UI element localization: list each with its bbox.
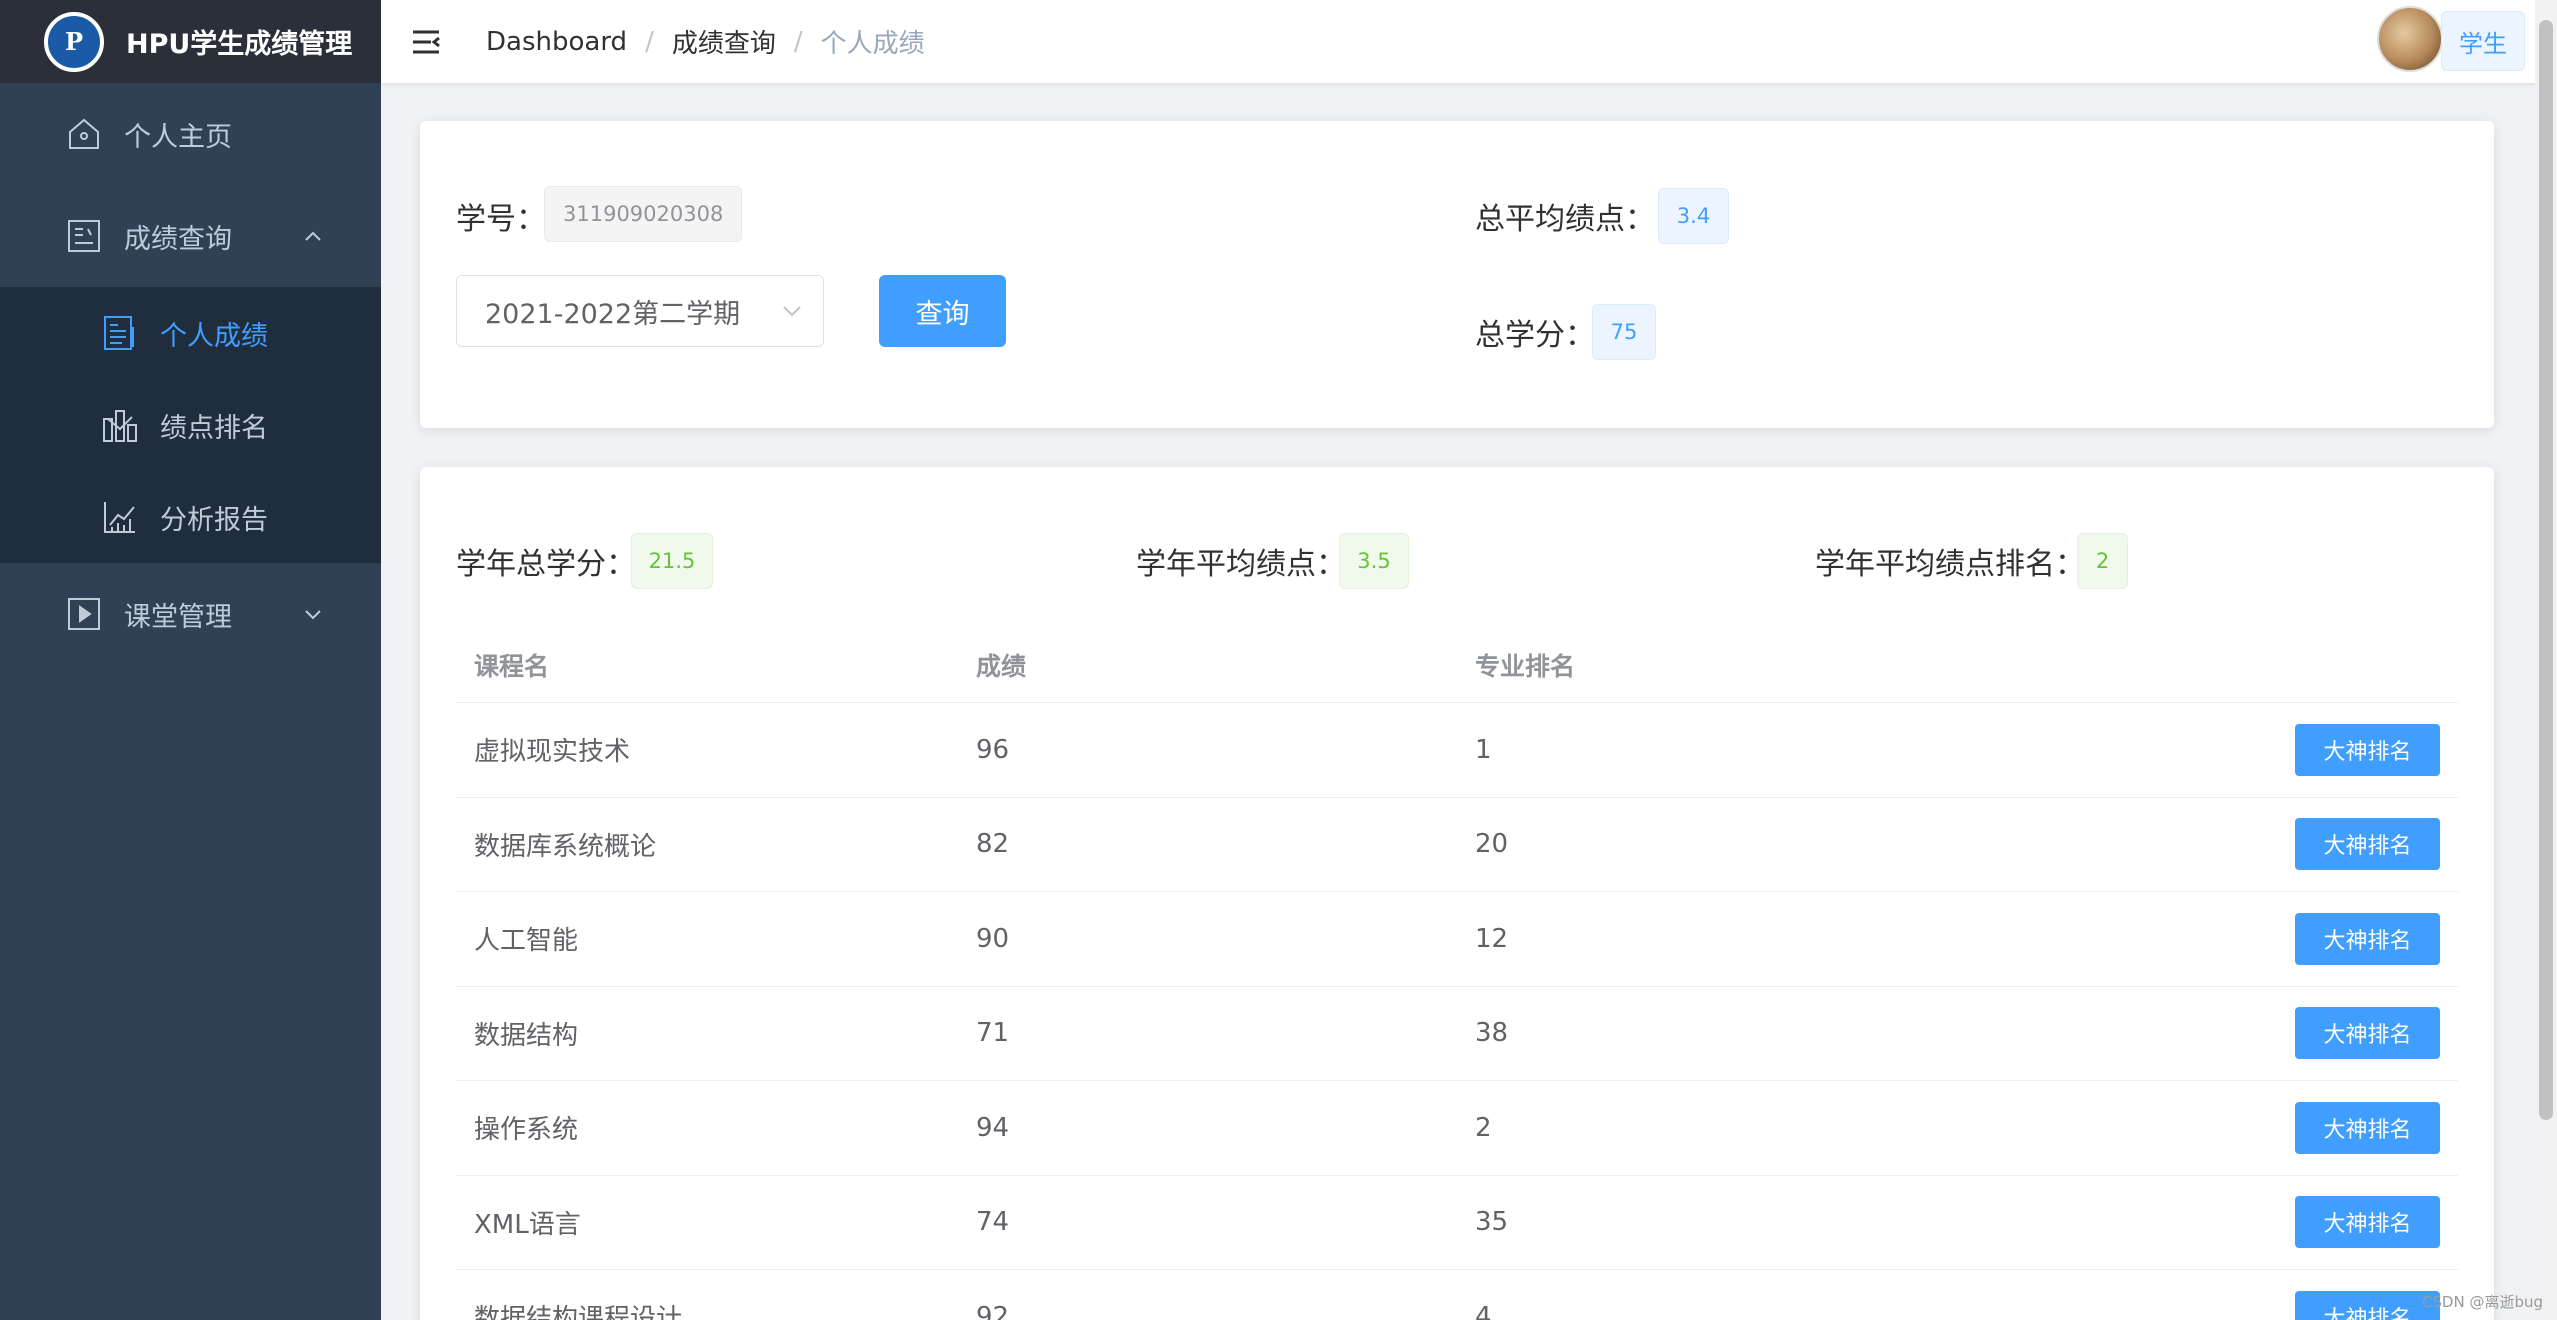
course-name: 虚拟现实技术 xyxy=(474,737,631,768)
query-card: 学号： 311909020308 2021-2022第二学期 查询 总平均绩点：… xyxy=(420,121,2494,428)
top-rank-button[interactable]: 大神排名 xyxy=(2295,1290,2440,1320)
course-score: 92 xyxy=(976,1301,1010,1320)
column-header-course: 课程名 xyxy=(474,652,550,681)
course-name: 数据结构 xyxy=(474,1020,579,1051)
document-icon xyxy=(68,220,100,252)
sidebar-item-personal-grades[interactable]: 个人成绩 xyxy=(0,287,381,379)
breadcrumb-item-dashboard[interactable]: Dashboard xyxy=(486,27,627,57)
course-name: 数据库系统概论 xyxy=(474,831,657,862)
breadcrumb: Dashboard / 成绩查询 / 个人成绩 xyxy=(486,23,925,60)
report-icon xyxy=(104,316,134,350)
chevron-up-icon xyxy=(305,231,321,241)
chart-icon xyxy=(104,502,135,533)
student-id-label: 学号： xyxy=(456,202,546,237)
sidebar-item-label: 个人主页 xyxy=(124,121,232,153)
course-rank: 35 xyxy=(1475,1207,1509,1238)
chevron-down-icon xyxy=(783,306,801,317)
breadcrumb-separator: / xyxy=(645,26,654,57)
course-rank: 4 xyxy=(1475,1301,1492,1320)
year-credits-label: 学年总学分： xyxy=(456,547,636,582)
table-row: 数据结构 71 38 大神排名 xyxy=(456,987,2458,1081)
role-badge[interactable]: 学生 xyxy=(2441,11,2525,71)
scrollbar-thumb[interactable] xyxy=(2539,20,2553,1120)
year-gpa-label: 学年平均绩点： xyxy=(1136,547,1346,582)
year-credits-value: 21.5 xyxy=(631,533,713,589)
gpa-value: 3.4 xyxy=(1658,188,1729,244)
table-row: XML语言 74 35 大神排名 xyxy=(456,1176,2458,1270)
sidebar: P HPU学生成绩管理 个人主页 成绩查询 个人成绩 绩点排名 分析报告 课堂管… xyxy=(0,0,381,1320)
course-score: 94 xyxy=(976,1112,1010,1143)
top-rank-button[interactable]: 大神排名 xyxy=(2295,1007,2440,1060)
course-name: 操作系统 xyxy=(474,1115,579,1146)
column-header-score: 成绩 xyxy=(976,652,1027,681)
top-navbar: Dashboard / 成绩查询 / 个人成绩 学生 xyxy=(381,0,2535,83)
semester-select-value: 2021-2022第二学期 xyxy=(485,298,741,330)
top-rank-button[interactable]: 大神排名 xyxy=(2295,1101,2440,1154)
course-name: 人工智能 xyxy=(474,926,579,957)
logo: P xyxy=(44,11,104,72)
app-title: HPU学生成绩管理 xyxy=(126,29,353,60)
course-rank: 38 xyxy=(1475,1018,1509,1049)
semester-select[interactable]: 2021-2022第二学期 xyxy=(456,275,824,347)
course-score: 96 xyxy=(976,734,1010,765)
credits-value: 75 xyxy=(1592,304,1656,360)
sidebar-item-analysis-report[interactable]: 分析报告 xyxy=(0,471,381,563)
breadcrumb-separator: / xyxy=(793,26,803,57)
sidebar-item-label: 成绩查询 xyxy=(124,223,232,255)
avatar[interactable] xyxy=(2377,6,2443,72)
submenu-grades: 个人成绩 绩点排名 分析报告 xyxy=(0,287,381,563)
top-rank-button[interactable]: 大神排名 xyxy=(2295,912,2440,965)
breadcrumb-item-current: 个人成绩 xyxy=(820,29,925,59)
year-rank-value: 2 xyxy=(2077,533,2128,589)
table-row: 人工智能 90 12 大神排名 xyxy=(456,892,2458,987)
sidebar-item-label: 个人成绩 xyxy=(160,320,268,352)
table-row: 数据结构课程设计 92 4 大神排名 xyxy=(456,1270,2458,1320)
year-gpa-value: 3.5 xyxy=(1339,533,1409,589)
breadcrumb-item-grades[interactable]: 成绩查询 xyxy=(672,23,776,60)
top-rank-button[interactable]: 大神排名 xyxy=(2295,723,2440,776)
logo-bar: P HPU学生成绩管理 xyxy=(0,0,381,83)
column-header-rank: 专业排名 xyxy=(1475,652,1576,681)
query-button[interactable]: 查询 xyxy=(879,275,1006,347)
sidebar-item-label: 绩点排名 xyxy=(160,412,268,444)
gpa-label: 总平均绩点： xyxy=(1475,202,1655,237)
play-icon xyxy=(68,598,100,630)
top-rank-button[interactable]: 大神排名 xyxy=(2295,818,2440,871)
course-rank: 2 xyxy=(1475,1112,1492,1143)
course-score: 71 xyxy=(976,1018,1010,1049)
page-scrollbar[interactable] xyxy=(2535,0,2557,1320)
top-rank-button[interactable]: 大神排名 xyxy=(2295,1196,2440,1249)
grades-table: 课程名 成绩 专业排名 虚拟现实技术 96 1 大神排名 数据库系统概论 82 … xyxy=(456,628,2458,1320)
chevron-down-icon xyxy=(305,610,321,620)
watermark: CSDN @离逝bug xyxy=(2421,1293,2543,1311)
home-icon xyxy=(69,118,99,149)
course-name: XML语言 xyxy=(474,1209,581,1240)
sidebar-item-grades[interactable]: 成绩查询 xyxy=(0,185,381,287)
sidebar-item-label: 课堂管理 xyxy=(124,601,232,633)
table-row: 虚拟现实技术 96 1 大神排名 xyxy=(456,703,2458,798)
course-rank: 1 xyxy=(1475,734,1492,765)
course-name: 数据结构课程设计 xyxy=(474,1304,683,1320)
course-rank: 12 xyxy=(1475,923,1509,954)
sidebar-item-label: 分析报告 xyxy=(160,504,268,536)
course-score: 74 xyxy=(976,1207,1010,1238)
year-rank-label: 学年平均绩点排名： xyxy=(1815,547,2085,582)
table-row: 数据库系统概论 82 20 大神排名 xyxy=(456,798,2458,892)
course-score: 90 xyxy=(976,923,1010,954)
student-id-value: 311909020308 xyxy=(544,186,743,242)
hamburger-icon[interactable] xyxy=(411,27,441,57)
sidebar-item-gpa-ranking[interactable]: 绩点排名 xyxy=(0,379,381,471)
grades-card: 学年总学分： 21.5 学年平均绩点： 3.5 学年平均绩点排名： 2 课程名 … xyxy=(420,467,2494,1320)
table-header: 课程名 成绩 专业排名 xyxy=(456,628,2458,703)
course-rank: 20 xyxy=(1475,829,1509,860)
course-score: 82 xyxy=(976,829,1010,860)
table-row: 操作系统 94 2 大神排名 xyxy=(456,1081,2458,1176)
ranking-icon xyxy=(103,410,137,442)
sidebar-item-classroom[interactable]: 课堂管理 xyxy=(0,563,381,665)
credits-label: 总学分： xyxy=(1475,318,1595,353)
sidebar-item-home[interactable]: 个人主页 xyxy=(0,83,381,185)
